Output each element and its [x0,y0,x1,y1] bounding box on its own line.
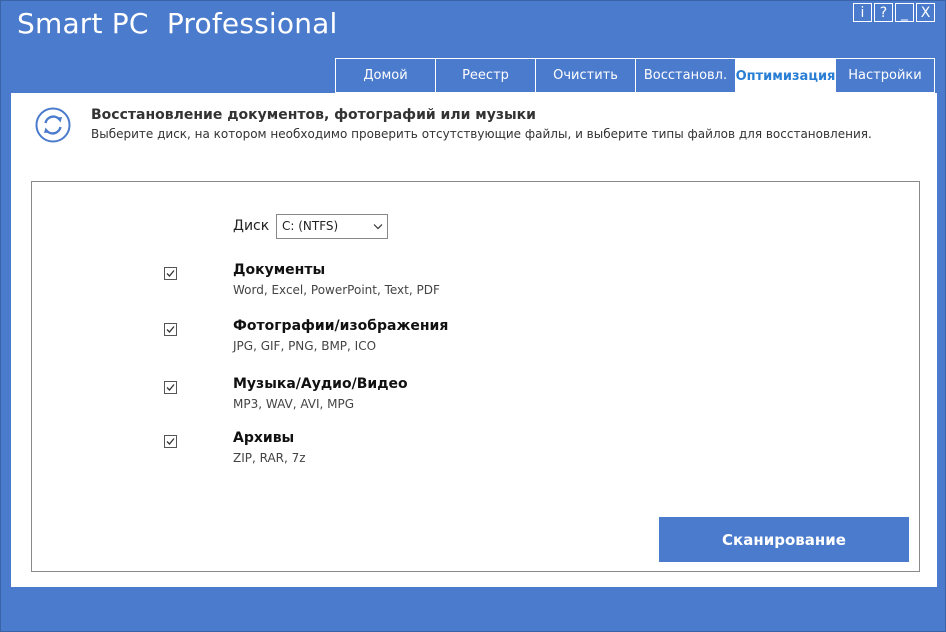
help-button[interactable]: ? [874,3,893,22]
tab-restore[interactable]: Восстановл. [635,58,735,93]
archives-checkbox[interactable] [164,435,177,448]
window-controls: i ? _ X [853,3,935,22]
options-panel: Диск C: (NTFS) Документы Word, Excel, Po… [31,181,920,572]
main-content: Восстановление документов, фотографий ил… [11,93,937,587]
tab-registry[interactable]: Реестр [435,58,535,93]
checkmark-icon [166,438,175,445]
category-desc: MP3, WAV, AVI, MPG [233,397,355,411]
info-button[interactable]: i [853,3,872,22]
checkmark-icon [166,270,175,277]
app-title: Smart PC Professional [17,7,338,40]
disk-label: Диск [233,218,270,234]
category-title: Документы [233,262,326,278]
tab-bar: Домой Реестр Очистить Восстановл. Оптими… [335,58,935,93]
tab-settings[interactable]: Настройки [835,58,935,93]
restore-cycle-icon [35,107,71,143]
chevron-down-icon [373,224,383,230]
tab-home[interactable]: Домой [335,58,435,93]
scan-button[interactable]: Сканирование [659,517,909,562]
category-desc: ZIP, RAR, 7z [233,451,306,465]
checkmark-icon [166,326,175,333]
tab-clean[interactable]: Очистить [535,58,635,93]
app-window: Smart PC Professional i ? _ X Домой Реес… [0,0,946,632]
category-title: Архивы [233,430,295,446]
disk-select-value: C: (NTFS) [282,219,339,233]
documents-checkbox[interactable] [164,267,177,280]
minimize-button[interactable]: _ [895,3,914,22]
images-checkbox[interactable] [164,323,177,336]
page-title: Восстановление документов, фотографий ил… [91,107,536,123]
disk-select[interactable]: C: (NTFS) [276,214,388,239]
category-desc: JPG, GIF, PNG, BMP, ICO [233,339,377,353]
media-checkbox[interactable] [164,381,177,394]
tab-optimization[interactable]: Оптимизация [735,58,835,93]
close-button[interactable]: X [916,3,935,22]
category-desc: Word, Excel, PowerPoint, Text, PDF [233,283,440,297]
category-title: Фотографии/изображения [233,318,449,334]
page-subtitle: Выберите диск, на котором необходимо про… [91,127,872,141]
category-title: Музыка/Аудио/Видео [233,376,408,392]
checkmark-icon [166,384,175,391]
